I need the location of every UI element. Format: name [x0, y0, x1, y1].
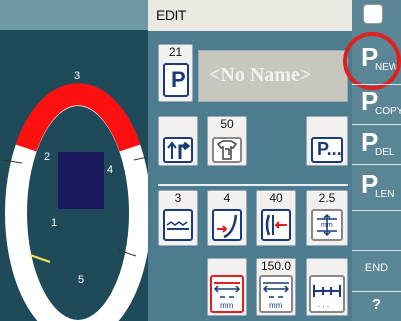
segment-tile[interactable]: . . . [306, 258, 348, 316]
ring-center-block [58, 152, 104, 209]
segment-icon: . . . [309, 275, 345, 313]
p-select-tile[interactable]: P... [306, 116, 348, 166]
length-mm-icon: mm [259, 275, 293, 313]
start-direction-tile[interactable] [158, 116, 198, 166]
help-button[interactable]: ? [352, 296, 401, 313]
ring-label-2: 2 [44, 151, 50, 163]
density-icon: mm [311, 209, 343, 241]
p-copy-button[interactable]: P COPY [352, 82, 401, 124]
width-inward-icon [261, 209, 291, 241]
page-title: EDIT [156, 7, 186, 23]
svg-text:. . .: . . . [318, 300, 329, 309]
p-del-button[interactable]: P DEL [352, 123, 401, 165]
menu-divider [352, 291, 401, 292]
svg-text:mm: mm [321, 222, 333, 229]
title-bar: EDIT [148, 0, 352, 31]
ring-label-5: 5 [78, 274, 84, 286]
width-tile[interactable]: 40 [256, 190, 296, 246]
length-value: 150.0 [260, 259, 292, 273]
pattern-number: 21 [168, 45, 183, 59]
p-select-button: P... [311, 137, 343, 163]
density-tile[interactable]: 2.5 mm [306, 190, 348, 246]
ring-marker [29, 254, 51, 263]
pattern-name-field[interactable]: <No Name> [198, 50, 348, 102]
stitch-type-tile[interactable]: 3 [158, 190, 198, 246]
zigzag-icon [163, 209, 193, 241]
p-len-button[interactable]: P LEN [352, 165, 401, 207]
curve-value: 4 [223, 191, 231, 205]
menu-divider [352, 250, 401, 251]
separator [158, 184, 348, 186]
width-value: 40 [269, 191, 283, 205]
pattern-number-tile[interactable]: 21 P [158, 44, 193, 102]
embroidery-edit-screen: 3 4 5 1 2 EDIT 21 P <No Name> 50 P... 3 … [0, 0, 401, 321]
ring-label-1: 1 [51, 217, 57, 229]
length-mm-icon-red: mm [210, 275, 244, 313]
curve-arrow-icon [212, 209, 242, 241]
svg-text:mm: mm [269, 301, 283, 310]
garment-value: 50 [220, 117, 234, 131]
top-left-bar [0, 0, 148, 30]
stitch-type-value: 3 [174, 191, 182, 205]
ring-label-3: 3 [74, 70, 80, 82]
length-red-tile[interactable]: mm [207, 258, 247, 316]
menu-divider [352, 210, 401, 211]
ring-preview: 3 4 5 1 2 [2, 70, 148, 321]
start-direction-icon [163, 137, 193, 163]
end-button[interactable]: END [352, 262, 401, 274]
pattern-p-icon: P [163, 63, 189, 97]
ring-highlight-segment [15, 83, 141, 152]
menu-handle[interactable] [363, 4, 383, 24]
length-tile[interactable]: 150.0 mm [256, 258, 296, 316]
svg-text:mm: mm [220, 301, 234, 310]
density-value: 2.5 [318, 191, 336, 205]
ring-label-4: 4 [107, 164, 113, 176]
curve-tile[interactable]: 4 [207, 190, 247, 246]
pattern-name: <No Name> [209, 64, 312, 86]
garment-tile[interactable]: 50 [207, 116, 247, 166]
tshirt-icon [212, 137, 242, 163]
